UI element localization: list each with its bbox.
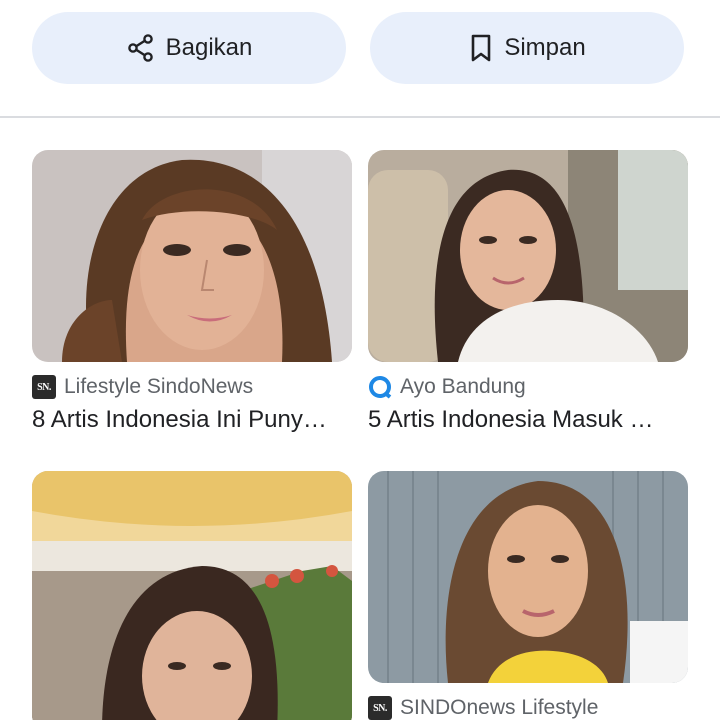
result-source: Ayo Bandung [368,374,688,400]
result-thumbnail[interactable] [368,150,688,362]
result-source: SN. Lifestyle SindoNews [32,374,352,400]
result-card[interactable]: SN. SINDOnews Lifestyle [368,471,688,720]
share-icon [126,33,156,63]
share-button[interactable]: Bagikan [32,12,346,84]
ayobandung-favicon [368,375,392,399]
result-thumbnail[interactable] [32,471,352,720]
sindonews-favicon: SN. [368,696,392,720]
bookmark-icon [468,33,494,63]
result-thumbnail[interactable] [368,471,688,683]
result-title[interactable]: 5 Artis Indonesia Masuk … [368,406,688,434]
image-search-results: Bagikan Simpan SN. Lifestyle SindoNews 8… [0,0,720,720]
save-label: Simpan [504,34,586,61]
action-bar: Bagikan Simpan [0,0,720,118]
result-card[interactable]: SN. Lifestyle SindoNews 8 Artis Indonesi… [32,150,352,434]
divider [0,116,720,118]
result-card[interactable] [32,471,352,720]
source-name: SINDOnews Lifestyle [400,696,599,719]
source-name: Lifestyle SindoNews [64,375,254,398]
result-title[interactable]: 8 Artis Indonesia Ini Puny… [32,406,352,434]
source-name: Ayo Bandung [400,375,526,398]
sindonews-favicon: SN. [32,375,56,399]
result-thumbnail[interactable] [32,150,352,362]
save-button[interactable]: Simpan [370,12,684,84]
result-card[interactable]: Ayo Bandung 5 Artis Indonesia Masuk … [368,150,688,434]
result-source: SN. SINDOnews Lifestyle [368,695,688,720]
share-label: Bagikan [165,34,253,61]
